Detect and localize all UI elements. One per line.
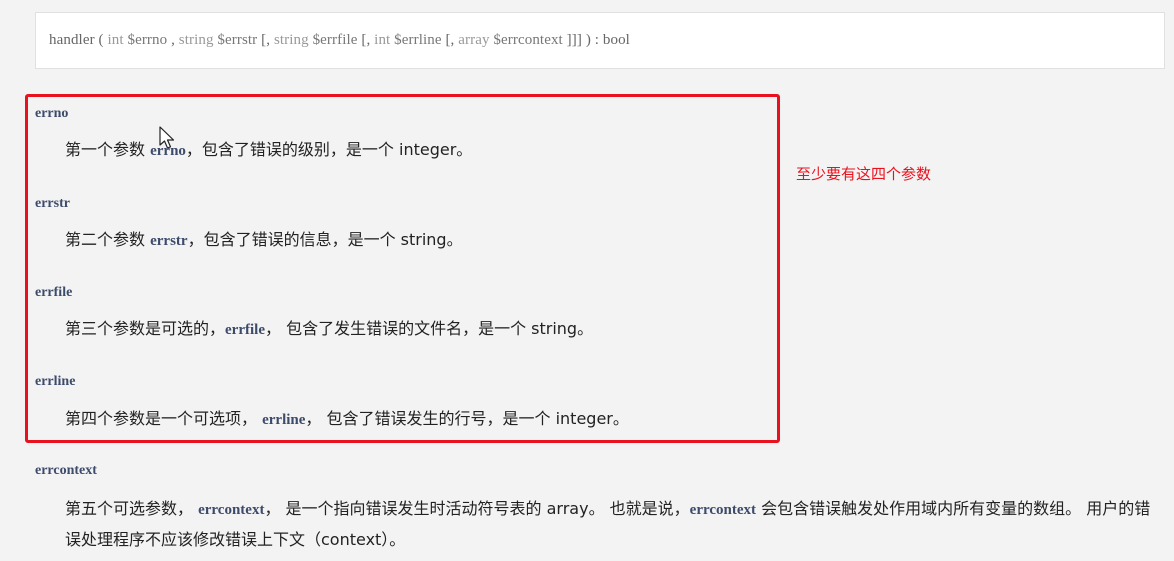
function-signature-box: handler ( int $errno , string $errstr [,… <box>35 12 1165 69</box>
param-desc-text: ， 包含了错误发生的行号，是一个 integer。 <box>305 409 629 428</box>
param-desc-errno: 第一个参数 errno，包含了错误的级别，是一个 integer。 <box>65 136 472 160</box>
sig-close: ]]] ) : bool <box>562 32 630 48</box>
param-code: errstr <box>150 233 188 249</box>
param-term-errno: errno <box>35 106 69 121</box>
param-desc-text: ，包含了错误的级别，是一个 integer。 <box>185 140 473 159</box>
sig-sep4: [, <box>441 32 459 48</box>
param-code: errcontext <box>689 502 757 518</box>
param-desc-text: 第一个参数 <box>65 140 151 159</box>
function-signature: handler ( int $errno , string $errstr [,… <box>49 32 630 49</box>
param-code: errfile <box>225 322 265 338</box>
sig-p4-type: int <box>374 32 391 48</box>
param-desc-errstr: 第二个参数 errstr，包含了错误的信息，是一个 string。 <box>65 226 463 250</box>
param-desc-text: 第四个参数是一个可选项， <box>65 409 263 428</box>
sig-handler: handler <box>49 32 95 48</box>
param-desc-text: ，包含了错误的信息，是一个 string。 <box>187 230 463 249</box>
sig-p1-name: $errno <box>123 32 168 48</box>
param-term-errcontext: errcontext <box>35 463 97 478</box>
param-desc-errfile: 第三个参数是可选的，errfile， 包含了发生错误的文件名，是一个 strin… <box>65 315 593 339</box>
param-term-errline: errline <box>35 374 76 389</box>
param-term-errfile: errfile <box>35 285 73 300</box>
sig-sep3: [, <box>357 32 375 48</box>
sig-p5-name: $errcontext <box>489 32 563 48</box>
param-desc-text: 第三个参数是可选的， <box>65 319 226 338</box>
param-desc-text: 第五个可选参数， <box>65 499 199 518</box>
param-code: errline <box>262 412 306 428</box>
sig-p5-type: array <box>458 32 490 48</box>
param-desc-errline: 第四个参数是一个可选项， errline， 包含了错误发生的行号，是一个 int… <box>65 405 629 429</box>
param-desc-text: 第二个参数 <box>65 230 151 249</box>
sig-p3-type: string <box>273 32 309 48</box>
sig-p1-type: int <box>107 32 124 48</box>
mouse-pointer-icon <box>159 126 175 149</box>
sig-sep1: , <box>167 32 179 48</box>
sig-open: ( <box>94 32 108 48</box>
param-term-errstr: errstr <box>35 196 70 211</box>
param-desc-text: ， 包含了发生错误的文件名，是一个 string。 <box>264 319 594 338</box>
sig-p2-type: string <box>178 32 214 48</box>
sig-p2-name: $errstr <box>213 32 258 48</box>
annotation-note: 至少要有这四个参数 <box>796 165 932 183</box>
sig-p4-name: $errline <box>390 32 442 48</box>
sig-p3-name: $errfile <box>308 32 358 48</box>
param-desc-text: ， 是一个指向错误发生时活动符号表的 array。 也就是说， <box>264 499 690 518</box>
param-desc-errcontext: 第五个可选参数， errcontext， 是一个指向错误发生时活动符号表的 ar… <box>65 494 1155 555</box>
param-code: errcontext <box>198 502 265 518</box>
sig-sep2: [, <box>257 32 274 48</box>
